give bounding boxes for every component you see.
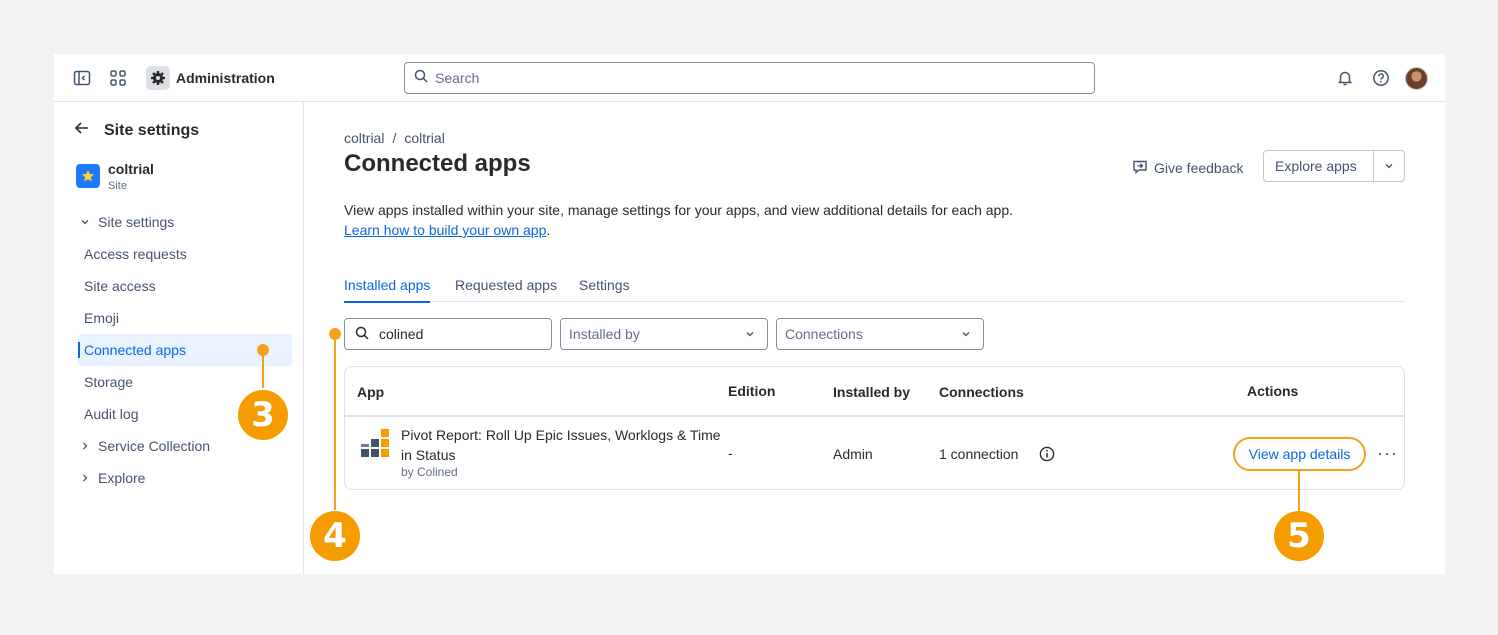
back-to-site-settings[interactable]: Site settings xyxy=(74,121,199,140)
app-vendor: by Colined xyxy=(401,465,458,479)
site-name: coltrial xyxy=(108,161,154,177)
column-header-connections[interactable]: Connections xyxy=(939,384,1024,400)
installed-by-select[interactable]: Installed by xyxy=(560,318,768,350)
sidebar-item-label: Emoji xyxy=(84,310,120,326)
top-bar: Administration Search xyxy=(54,54,1445,102)
feedback-label: Give feedback xyxy=(1154,160,1244,176)
sidebar-group-label: Explore xyxy=(98,470,146,486)
arrow-left-icon xyxy=(74,121,90,140)
notification-bell-icon[interactable] xyxy=(1335,68,1355,88)
select-label: Installed by xyxy=(569,326,640,342)
learn-build-app-link[interactable]: Learn how to build your own app xyxy=(344,222,546,238)
global-search-input[interactable]: Search xyxy=(404,62,1095,94)
sidebar-item-label: Site access xyxy=(84,278,156,294)
chevron-right-icon xyxy=(78,470,92,486)
callout-badge-3: 3 xyxy=(238,390,288,440)
view-app-details-button[interactable]: View app details xyxy=(1233,437,1366,471)
app-logo-icon xyxy=(361,429,391,459)
admin-window: Administration Search Site settings colt… xyxy=(54,54,1445,574)
connections-cell: 1 connection xyxy=(939,446,1019,462)
help-icon[interactable] xyxy=(1371,68,1391,88)
description-text: View apps installed within your site, ma… xyxy=(344,202,1014,218)
breadcrumb-item[interactable]: coltrial xyxy=(344,130,384,146)
page-title: Connected apps xyxy=(344,150,531,177)
sidebar-group-label: Site settings xyxy=(98,214,175,230)
page-description: View apps installed within your site, ma… xyxy=(344,200,1013,240)
tab-installed-apps[interactable]: Installed apps xyxy=(344,277,431,303)
app-switcher-icon[interactable] xyxy=(108,68,128,88)
sidebar-group-explore[interactable]: Explore xyxy=(78,462,292,494)
sidebar: Site settings coltrial Site Site setting… xyxy=(54,102,304,574)
callout-badge-5: 5 xyxy=(1274,511,1324,561)
table-header: App Edition Installed by Connections Act… xyxy=(345,367,1404,417)
give-feedback-button[interactable]: Give feedback xyxy=(1132,156,1244,180)
site-type: Site xyxy=(108,180,127,192)
search-value: colined xyxy=(379,326,424,342)
main-content: coltrial / coltrial Connected apps Give fe… xyxy=(304,102,1445,574)
callout-line xyxy=(334,334,336,510)
select-label: Connections xyxy=(785,326,863,342)
app-title: Administration xyxy=(176,70,275,86)
installed-by-cell: Admin xyxy=(833,446,873,462)
callout-line xyxy=(262,350,264,388)
sidebar-toggle-icon[interactable] xyxy=(72,68,92,88)
sidebar-group-site-settings[interactable]: Site settings xyxy=(78,206,292,238)
callout-line xyxy=(1298,469,1300,511)
breadcrumb-separator: / xyxy=(392,130,397,146)
sidebar-item-label: Access requests xyxy=(84,246,187,262)
sidebar-item-label: Storage xyxy=(84,374,134,390)
gear-icon xyxy=(146,66,170,90)
chevron-down-icon xyxy=(745,326,755,342)
sidebar-item-label: Connected apps xyxy=(84,342,186,358)
column-header-actions: Actions xyxy=(1247,383,1299,399)
callout-badge-4: 4 xyxy=(310,511,360,561)
sidebar-item-emoji[interactable]: Emoji xyxy=(78,302,292,334)
column-header-edition: Edition xyxy=(728,383,776,399)
column-header-app[interactable]: App xyxy=(357,384,384,400)
connections-select[interactable]: Connections xyxy=(776,318,984,350)
edition-cell: - xyxy=(728,445,733,461)
chevron-down-icon xyxy=(78,214,92,230)
tab-bar: Installed apps Requested apps Settings xyxy=(344,270,1405,303)
chevron-down-icon[interactable] xyxy=(1373,151,1404,181)
column-header-installed-by[interactable]: Installed by xyxy=(833,384,910,400)
breadcrumb: coltrial / coltrial xyxy=(344,130,445,146)
sidebar-item-label: Audit log xyxy=(84,406,139,422)
breadcrumb-item[interactable]: coltrial xyxy=(404,130,444,146)
sidebar-group-label: Service Collection xyxy=(98,438,211,454)
chevron-right-icon xyxy=(78,438,92,454)
search-icon xyxy=(355,326,369,343)
tab-settings[interactable]: Settings xyxy=(579,277,630,293)
sidebar-item-access-requests[interactable]: Access requests xyxy=(78,238,292,270)
star-icon xyxy=(76,164,100,188)
explore-apps-split-button[interactable]: Explore apps xyxy=(1263,150,1405,182)
sidebar-item-site-access[interactable]: Site access xyxy=(78,270,292,302)
more-actions-button[interactable]: ··· xyxy=(1377,444,1398,462)
info-icon[interactable] xyxy=(1039,446,1055,467)
app-search-input[interactable]: colined xyxy=(344,318,552,350)
app-name[interactable]: Pivot Report: Roll Up Epic Issues, Workl… xyxy=(401,425,721,465)
chevron-down-icon xyxy=(961,326,971,342)
sidebar-heading: Site settings xyxy=(104,121,200,139)
tab-requested-apps[interactable]: Requested apps xyxy=(455,277,557,293)
search-placeholder: Search xyxy=(435,70,480,86)
description-suffix: . xyxy=(546,222,551,238)
installed-apps-table: App Edition Installed by Connections Act… xyxy=(344,366,1405,490)
explore-apps-button[interactable]: Explore apps xyxy=(1264,158,1373,174)
feedback-icon xyxy=(1132,159,1148,178)
search-icon xyxy=(414,69,428,88)
user-avatar[interactable] xyxy=(1405,67,1428,90)
